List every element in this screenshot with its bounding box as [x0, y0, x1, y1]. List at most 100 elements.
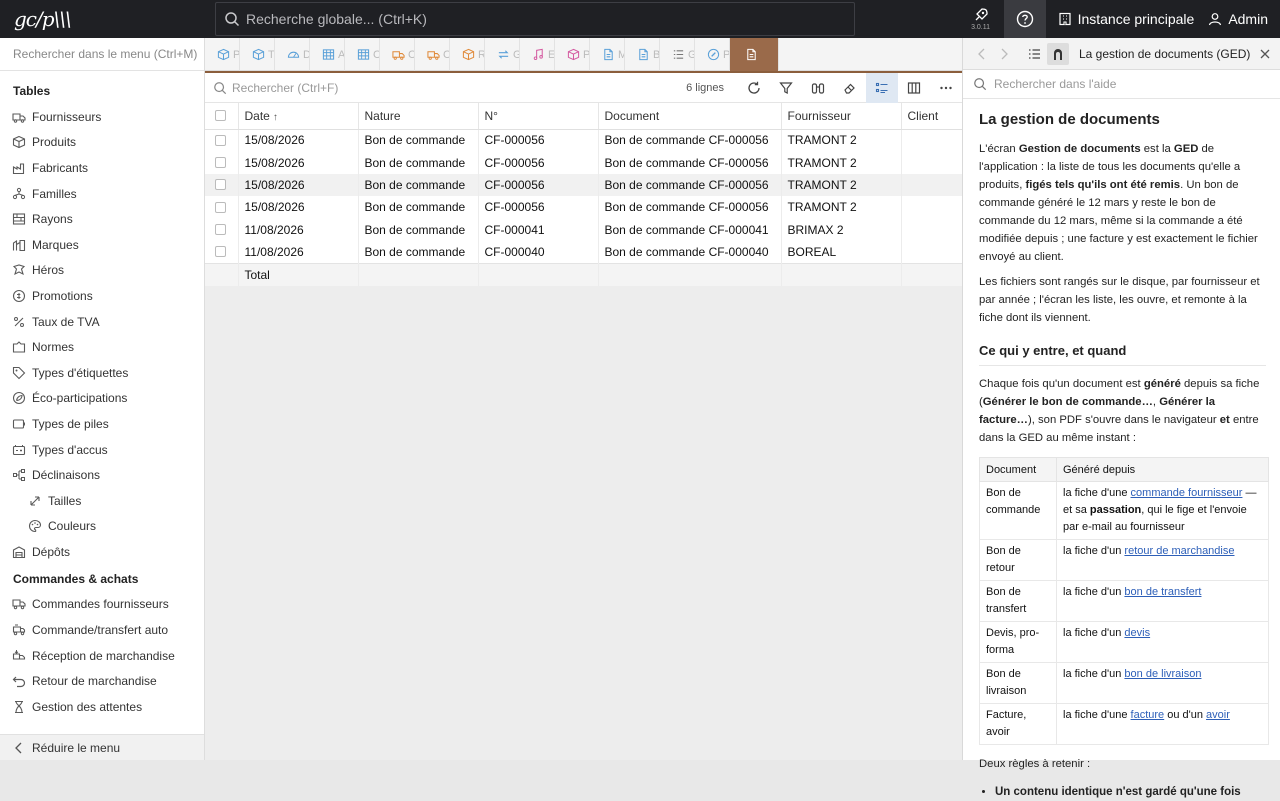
tab-7[interactable]: R — [450, 38, 485, 71]
help-link[interactable]: facture — [1131, 709, 1165, 721]
table-row[interactable]: 15/08/2026 Bon de commande CF-000056 Bon de… — [205, 129, 963, 152]
sidebar-item-label: Retour de marchandise — [32, 674, 157, 689]
menu-search-input[interactable]: Rechercher dans le menu (Ctrl+M) — [0, 38, 204, 71]
sidebar-item-commandes-fournisseurs[interactable]: Commandes fournisseurs — [0, 592, 204, 618]
help-link[interactable]: bon de livraison — [1124, 668, 1201, 680]
sidebar-item-marques[interactable]: Marques — [0, 232, 204, 258]
table-row[interactable]: 15/08/2026 Bon de commande CF-000056 Bon de… — [205, 173, 963, 197]
table-row[interactable]: 11/08/2026 Bon de commande CF-000041 Bon de… — [205, 218, 963, 241]
tab-2[interactable]: D — [275, 38, 310, 71]
sidebar-item-retour-de-marchandise[interactable]: Retour de marchandise — [0, 668, 204, 694]
sidebar-item-types-de-piles[interactable]: Types de piles — [0, 411, 204, 437]
sidebar-item-normes[interactable]: Normes — [0, 334, 204, 360]
row-checkbox-cell[interactable] — [205, 196, 239, 219]
tab-0[interactable]: P — [205, 38, 240, 71]
row-checkbox-cell[interactable] — [205, 129, 239, 152]
help-link[interactable]: retour de marchandise — [1124, 545, 1234, 557]
sidebar-item-types-d-accus[interactable]: Types d'accus — [0, 437, 204, 463]
help-index-button[interactable] — [1021, 48, 1047, 60]
tab-1[interactable]: T — [240, 38, 275, 71]
sidebar-item-depots[interactable]: Dépôts — [0, 539, 204, 565]
forward-button[interactable] — [999, 48, 1021, 60]
column-header-number[interactable]: N° — [478, 103, 599, 130]
row-checkbox-cell[interactable] — [205, 240, 239, 264]
palette-icon — [28, 519, 42, 533]
tab-4[interactable]: C — [345, 38, 380, 71]
tab-8[interactable]: G — [485, 38, 520, 71]
grid-search-input[interactable]: Rechercher (Ctrl+F) — [205, 81, 686, 95]
column-header-date[interactable]: Date ↑ — [238, 103, 359, 130]
help-col-source: Généré depuis — [1056, 457, 1269, 482]
tab-14[interactable]: P — [695, 38, 730, 71]
sidebar-item-taux-de-tva[interactable]: Taux de TVA — [0, 309, 204, 335]
tab-9[interactable]: E — [520, 38, 555, 71]
filter-button[interactable] — [770, 73, 802, 103]
eraser-button[interactable] — [834, 73, 866, 103]
column-header-supplier[interactable]: Fournisseur — [781, 103, 902, 130]
global-search-input[interactable]: Recherche globale... (Ctrl+K) — [215, 2, 855, 36]
release-notes-button[interactable]: 3.0.11 — [962, 0, 1000, 38]
row-checkbox-cell[interactable] — [205, 173, 239, 197]
sidebar-item-eco-participations[interactable]: Éco-participations — [0, 386, 204, 412]
help-link[interactable]: commande fournisseur — [1131, 487, 1243, 499]
table-row[interactable]: 15/08/2026 Bon de commande CF-000056 Bon de… — [205, 151, 963, 174]
sidebar-item-fabricants[interactable]: Fabricants — [0, 155, 204, 181]
search-icon — [974, 78, 987, 91]
help-link[interactable]: bon de transfert — [1124, 586, 1201, 598]
tab-10[interactable]: P — [555, 38, 590, 71]
sidebar-item-produits[interactable]: Produits — [0, 130, 204, 156]
column-header-document[interactable]: Document — [598, 103, 782, 130]
select-all-checkbox[interactable] — [215, 110, 226, 122]
sidebar-item-reception-de-marchandise[interactable]: Réception de marchandise — [0, 643, 204, 669]
select-all-checkbox-cell[interactable] — [205, 103, 239, 130]
sidebar-item-declinaisons[interactable]: Déclinaisons — [0, 462, 204, 488]
tab-11[interactable]: M — [590, 38, 625, 71]
close-help-button[interactable] — [1260, 49, 1270, 59]
sidebar-item-rayons[interactable]: Rayons — [0, 206, 204, 232]
sidebar-item-commande-transfert-auto[interactable]: Commande/transfert auto — [0, 617, 204, 643]
sidebar-item-heros[interactable]: Héros — [0, 258, 204, 284]
column-header-nature[interactable]: Nature — [358, 103, 479, 130]
sidebar-item-couleurs[interactable]: Couleurs — [0, 514, 204, 540]
column-header-client[interactable]: Client — [901, 103, 963, 130]
row-checkbox-cell[interactable] — [205, 151, 239, 174]
tab-active-ged[interactable] — [730, 38, 779, 71]
sidebar-item-types-d-etiquettes[interactable]: Types d'étiquettes — [0, 360, 204, 386]
help-link[interactable]: avoir — [1206, 709, 1230, 721]
refresh-button[interactable] — [738, 73, 770, 103]
table-row[interactable]: 15/08/2026 Bon de commande CF-000056 Bon de… — [205, 196, 963, 219]
row-checkbox[interactable] — [215, 201, 226, 213]
tab-6[interactable]: C — [415, 38, 450, 71]
user-menu-button[interactable]: Admin — [1208, 0, 1280, 38]
tab-13[interactable]: G — [660, 38, 695, 71]
row-checkbox[interactable] — [215, 246, 226, 258]
table-row[interactable]: 11/08/2026 Bon de commande CF-000040 Bon de… — [205, 240, 963, 264]
row-checkbox[interactable] — [215, 134, 226, 146]
sidebar-item-tailles[interactable]: Tailles — [0, 488, 204, 514]
help-link[interactable]: devis — [1124, 627, 1150, 639]
instance-label: Instance principale — [1077, 11, 1195, 27]
cell-client — [901, 129, 963, 152]
sidebar-item-gestion-des-attentes[interactable]: Gestion des attentes — [0, 694, 204, 720]
instance-selector[interactable]: Instance principale — [1046, 0, 1209, 38]
compare-button[interactable] — [802, 73, 834, 103]
tab-5[interactable]: C — [380, 38, 415, 71]
row-checkbox[interactable] — [215, 157, 226, 169]
row-checkbox[interactable] — [215, 179, 226, 191]
sidebar-item-familles[interactable]: Familles — [0, 181, 204, 207]
grouping-button[interactable] — [866, 72, 898, 103]
back-button[interactable] — [977, 48, 999, 60]
collapse-menu-button[interactable]: Réduire le menu — [0, 734, 204, 760]
sidebar-item-promotions[interactable]: Promotions — [0, 283, 204, 309]
help-button[interactable] — [1003, 0, 1046, 38]
sidebar-item-fournisseurs[interactable]: Fournisseurs — [0, 104, 204, 130]
row-checkbox-cell[interactable] — [205, 218, 239, 241]
help-search-input[interactable]: Rechercher dans l'aide — [963, 70, 1280, 99]
app-logo[interactable]: gc/p\\\ — [0, 0, 215, 38]
tab-3[interactable]: A — [310, 38, 345, 71]
more-options-button[interactable] — [930, 73, 962, 103]
total-cell — [358, 262, 479, 287]
tab-12[interactable]: B — [625, 38, 660, 71]
row-checkbox[interactable] — [215, 224, 226, 236]
columns-button[interactable] — [898, 73, 930, 103]
